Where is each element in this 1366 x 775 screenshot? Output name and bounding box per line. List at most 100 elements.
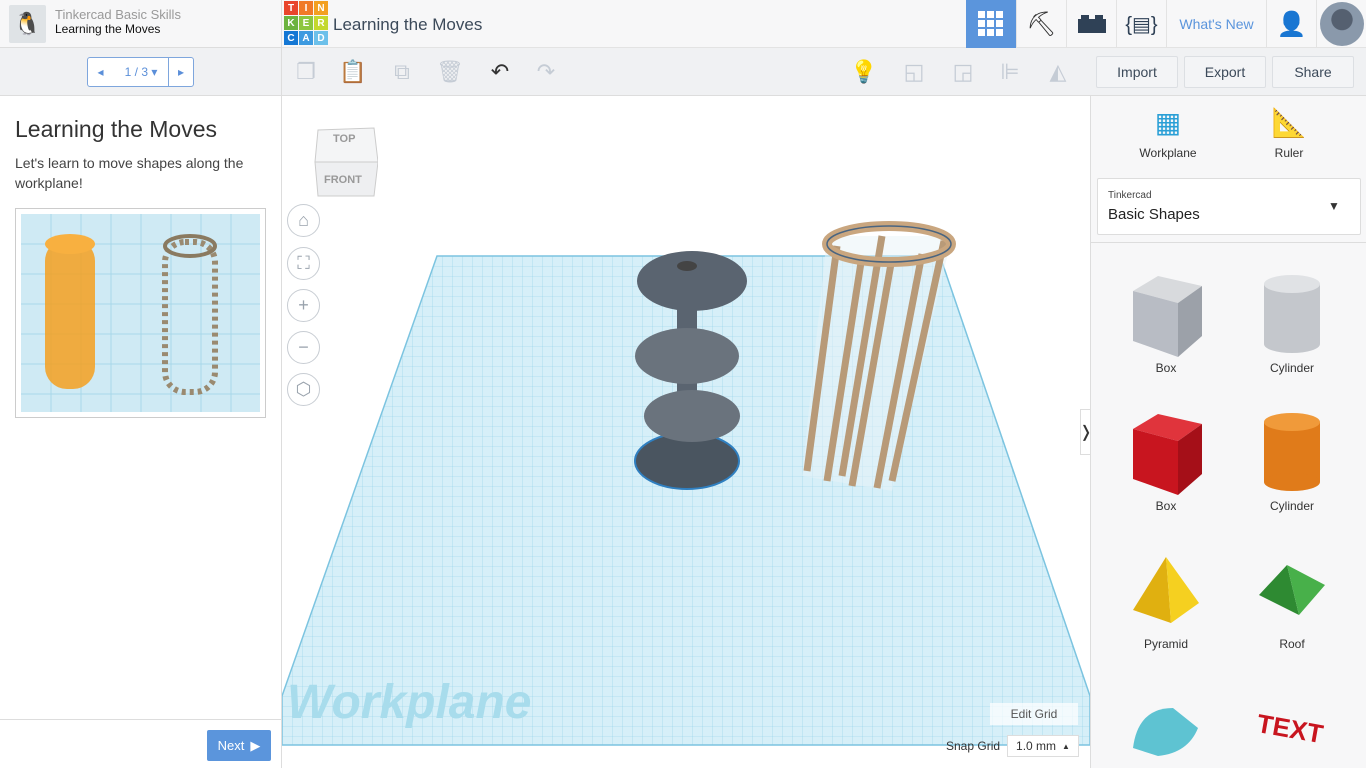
share-button[interactable]: Share bbox=[1272, 56, 1354, 88]
shape-label: Cylinder bbox=[1269, 361, 1314, 375]
collapse-panel-button[interactable]: ❭ bbox=[1079, 409, 1090, 455]
ungroup-icon: ◲ bbox=[952, 59, 974, 84]
ruler-tool[interactable]: 📐 Ruler bbox=[1239, 106, 1339, 160]
3d-viewport[interactable]: Workplane TOP FRONT ⌂ ⛶ + − ⬡ Edit Grid … bbox=[282, 96, 1090, 768]
lesson-footer: Next ▶ bbox=[0, 719, 281, 768]
brick-icon bbox=[1077, 15, 1106, 33]
snap-grid-select[interactable]: 1.0 mm ▲ bbox=[1007, 735, 1079, 757]
shape-cylinder-hole[interactable]: Cylinder bbox=[1232, 266, 1352, 375]
round-roof-icon bbox=[1133, 707, 1198, 756]
align-button[interactable]: ⊫ bbox=[996, 58, 1024, 86]
home-icon: ⌂ bbox=[298, 210, 309, 230]
shape-round-roof[interactable] bbox=[1106, 680, 1226, 775]
workplane-icon: ▦ bbox=[1154, 107, 1182, 138]
delete-button[interactable]: 🗑 bbox=[436, 58, 464, 86]
prev-step-button[interactable]: ◂ bbox=[87, 57, 114, 87]
text-icon: TEXT bbox=[1255, 708, 1326, 749]
lesson-image bbox=[15, 208, 266, 418]
shape-label: Cylinder bbox=[1269, 499, 1314, 513]
snap-grid-value: 1.0 mm bbox=[1016, 739, 1057, 753]
step-dropdown[interactable]: 1 / 3 ▾ bbox=[113, 57, 169, 87]
design-title[interactable]: Learning the Moves bbox=[333, 15, 482, 35]
undo-icon: ↶ bbox=[490, 59, 510, 84]
minecraft-view-button[interactable]: ⛏ bbox=[1016, 0, 1066, 48]
minus-icon: − bbox=[298, 337, 309, 357]
zoom-in-button[interactable]: + bbox=[287, 289, 320, 322]
next-step-button[interactable]: ▸ bbox=[168, 57, 194, 87]
grid-icon bbox=[978, 11, 1003, 36]
library-name: Basic Shapes bbox=[1108, 206, 1200, 223]
chevron-right-icon: ❭ bbox=[1079, 422, 1090, 442]
shape-roof[interactable]: Roof bbox=[1232, 542, 1352, 651]
course-name: Tinkercad Basic Skills bbox=[55, 7, 181, 22]
app-header: TIN KER CAD Learning the Moves ⛏ {▤} Wha… bbox=[282, 0, 1366, 48]
caret-down-icon: ▼ bbox=[1328, 199, 1340, 213]
group-button[interactable]: ◱ bbox=[900, 58, 928, 86]
shape-label: Box bbox=[1155, 499, 1177, 513]
invite-user-button[interactable]: 👤 bbox=[1266, 0, 1316, 48]
lesson-header: 🐧 Tinkercad Basic Skills Learning the Mo… bbox=[0, 0, 282, 48]
plus-icon: + bbox=[298, 295, 309, 315]
codeblocks-view-button[interactable]: {▤} bbox=[1116, 0, 1166, 48]
next-label: Next bbox=[217, 738, 245, 753]
cube-top-label: TOP bbox=[333, 133, 356, 145]
cube-icon: ⬡ bbox=[295, 379, 312, 399]
bricks-view-button[interactable] bbox=[1066, 0, 1116, 48]
workplane-grid[interactable]: Workplane bbox=[282, 96, 1090, 768]
align-icon: ⊫ bbox=[1000, 59, 1020, 84]
view-cube[interactable]: TOP FRONT bbox=[312, 122, 379, 198]
3d-design-view-button[interactable] bbox=[966, 0, 1016, 48]
shape-box-hole[interactable]: Box bbox=[1106, 266, 1226, 375]
chevron-right-icon: ▶ bbox=[250, 737, 261, 753]
shape-label: Pyramid bbox=[1143, 637, 1188, 651]
duplicate-icon: ⧉ bbox=[394, 59, 410, 84]
box-icon bbox=[1133, 413, 1202, 495]
next-button[interactable]: Next ▶ bbox=[207, 730, 271, 761]
whats-new-link[interactable]: What's New bbox=[1166, 0, 1266, 48]
trash-icon: 🗑 bbox=[436, 59, 464, 84]
spiral-staircase[interactable] bbox=[634, 251, 747, 490]
shape-box[interactable]: Box bbox=[1106, 404, 1226, 513]
zoom-out-button[interactable]: − bbox=[287, 331, 320, 364]
home-view-button[interactable]: ⌂ bbox=[287, 204, 320, 237]
pyramid-icon bbox=[1133, 556, 1199, 623]
undo-button[interactable]: ↶ bbox=[486, 58, 514, 86]
add-user-icon: 👤 bbox=[1276, 10, 1307, 38]
fit-view-button[interactable]: ⛶ bbox=[287, 247, 320, 280]
shape-library-select[interactable]: Tinkercad Basic Shapes ▼ bbox=[1097, 178, 1361, 235]
workplane-tool[interactable]: ▦ Workplane bbox=[1118, 106, 1218, 160]
lesson-description: Let's learn to move shapes along the wor… bbox=[15, 155, 244, 191]
shape-cylinder[interactable]: Cylinder bbox=[1232, 404, 1352, 513]
lesson-name: Learning the Moves bbox=[55, 22, 161, 36]
perspective-button[interactable]: ⬡ bbox=[287, 373, 320, 406]
copy-icon: ❐ bbox=[296, 59, 316, 84]
shape-text[interactable]: TEXT bbox=[1232, 680, 1352, 775]
lesson-pager: ◂ 1 / 3 ▾ ▸ bbox=[0, 48, 282, 96]
show-all-button[interactable]: 💡 bbox=[850, 58, 878, 86]
ungroup-button[interactable]: ◲ bbox=[949, 58, 977, 86]
paste-button[interactable]: 📋 bbox=[339, 58, 367, 86]
roof-icon bbox=[1259, 564, 1325, 615]
cylinder-icon bbox=[1264, 412, 1320, 491]
lesson-panel: Learning the Moves Let's learn to move s… bbox=[0, 96, 282, 768]
redo-button[interactable]: ↷ bbox=[532, 58, 560, 86]
shape-label: Box bbox=[1155, 361, 1177, 375]
step-indicator: 1 / 3 bbox=[124, 65, 148, 79]
cube-front-label: FRONT bbox=[324, 174, 362, 186]
box-hole-icon bbox=[1133, 275, 1202, 357]
copy-button[interactable]: ❐ bbox=[292, 58, 320, 86]
duplicate-button[interactable]: ⧉ bbox=[388, 58, 416, 86]
shape-pyramid[interactable]: Pyramid bbox=[1106, 542, 1226, 651]
mirror-icon: ◭ bbox=[1049, 59, 1067, 84]
shape-label: Roof bbox=[1279, 637, 1305, 651]
mirror-button[interactable]: ◭ bbox=[1044, 58, 1072, 86]
profile-avatar[interactable] bbox=[1316, 0, 1366, 48]
user-avatar-icon bbox=[1319, 2, 1364, 46]
export-button[interactable]: Export bbox=[1184, 56, 1266, 88]
divider bbox=[1091, 242, 1366, 243]
edit-grid-button[interactable]: Edit Grid bbox=[990, 703, 1078, 725]
tinkercad-logo[interactable]: TIN KER CAD bbox=[284, 1, 328, 45]
ruler-tool-label: Ruler bbox=[1274, 146, 1304, 160]
paste-icon: 📋 bbox=[339, 59, 367, 84]
import-button[interactable]: Import bbox=[1096, 56, 1178, 88]
